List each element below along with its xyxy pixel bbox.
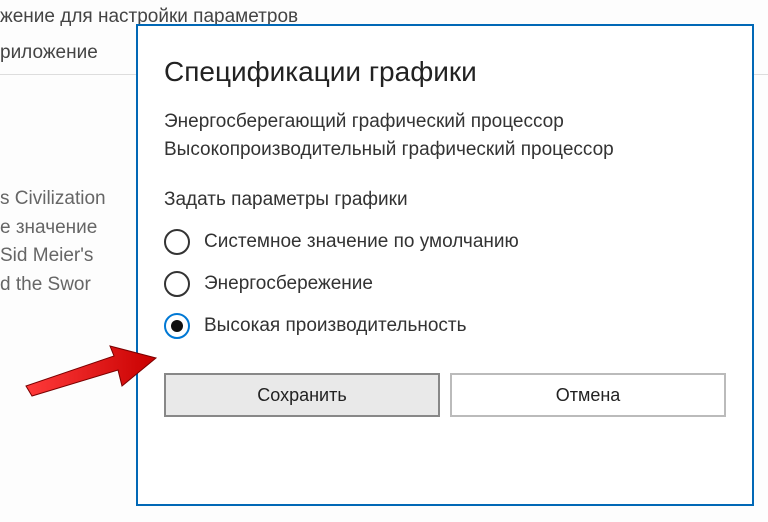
dialog-title: Спецификации графики	[164, 56, 726, 88]
graphics-preference-radio-group: Системное значение по умолчанию Энергосб…	[164, 229, 726, 339]
radio-option-system-default[interactable]: Системное значение по умолчанию	[164, 229, 726, 255]
radio-option-high-performance[interactable]: Высокая производительность	[164, 313, 726, 339]
radio-option-power-saving[interactable]: Энергосбережение	[164, 271, 726, 297]
graphics-specifications-dialog: Спецификации графики Энергосберегающий г…	[136, 24, 754, 506]
desc-line: Высокопроизводительный графический проце…	[164, 136, 726, 164]
radio-icon	[164, 271, 190, 297]
dialog-description: Энергосберегающий графический процессор …	[164, 108, 726, 163]
dialog-button-row: Сохранить Отмена	[164, 373, 726, 417]
save-button[interactable]: Сохранить	[164, 373, 440, 417]
radio-icon	[164, 229, 190, 255]
radio-label: Системное значение по умолчанию	[204, 231, 519, 253]
desc-line: Энергосберегающий графический процессор	[164, 108, 726, 136]
radio-label: Энергосбережение	[204, 273, 373, 295]
radio-icon-selected	[164, 313, 190, 339]
dialog-subtitle: Задать параметры графики	[164, 189, 726, 211]
cancel-button[interactable]: Отмена	[450, 373, 726, 417]
radio-label: Высокая производительность	[204, 315, 467, 337]
